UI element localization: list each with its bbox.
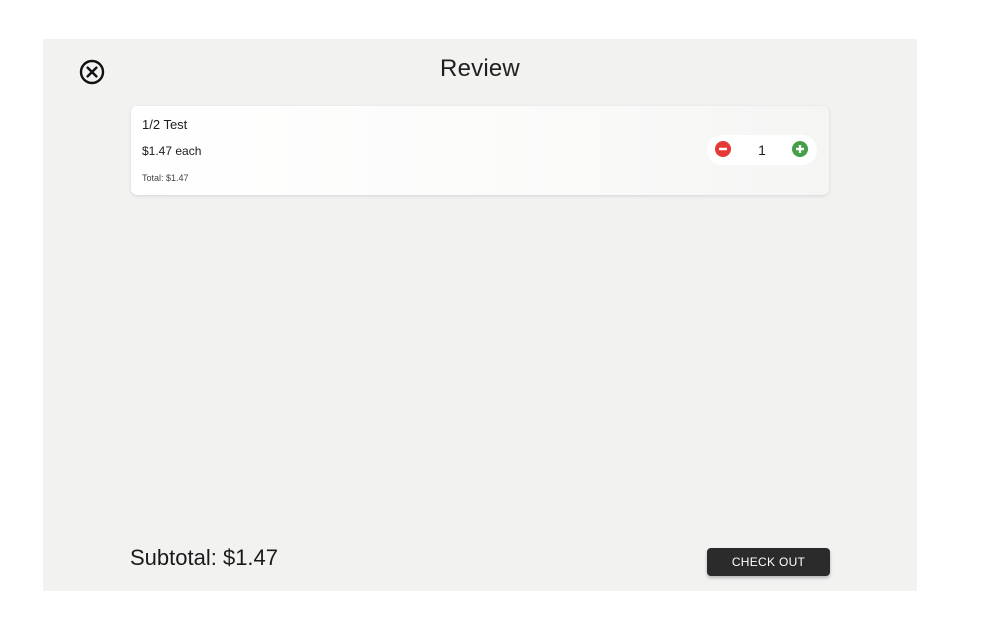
quantity-stepper: 1 xyxy=(707,135,817,165)
review-panel: Review 1/2 Test $1.47 each Total: $1.47 … xyxy=(43,39,917,591)
item-name: 1/2 Test xyxy=(142,117,188,132)
increment-button[interactable] xyxy=(792,141,808,157)
item-total: Total: $1.47 xyxy=(142,173,189,183)
cart-item: 1/2 Test $1.47 each Total: $1.47 1 xyxy=(131,106,829,195)
subtotal: Subtotal: $1.47 xyxy=(130,545,279,570)
page-title: Review xyxy=(440,55,520,82)
checkout-button[interactable]: CHECK OUT xyxy=(707,548,830,576)
plus-circle-icon xyxy=(792,141,808,157)
item-unit-price: $1.47 each xyxy=(142,144,202,158)
